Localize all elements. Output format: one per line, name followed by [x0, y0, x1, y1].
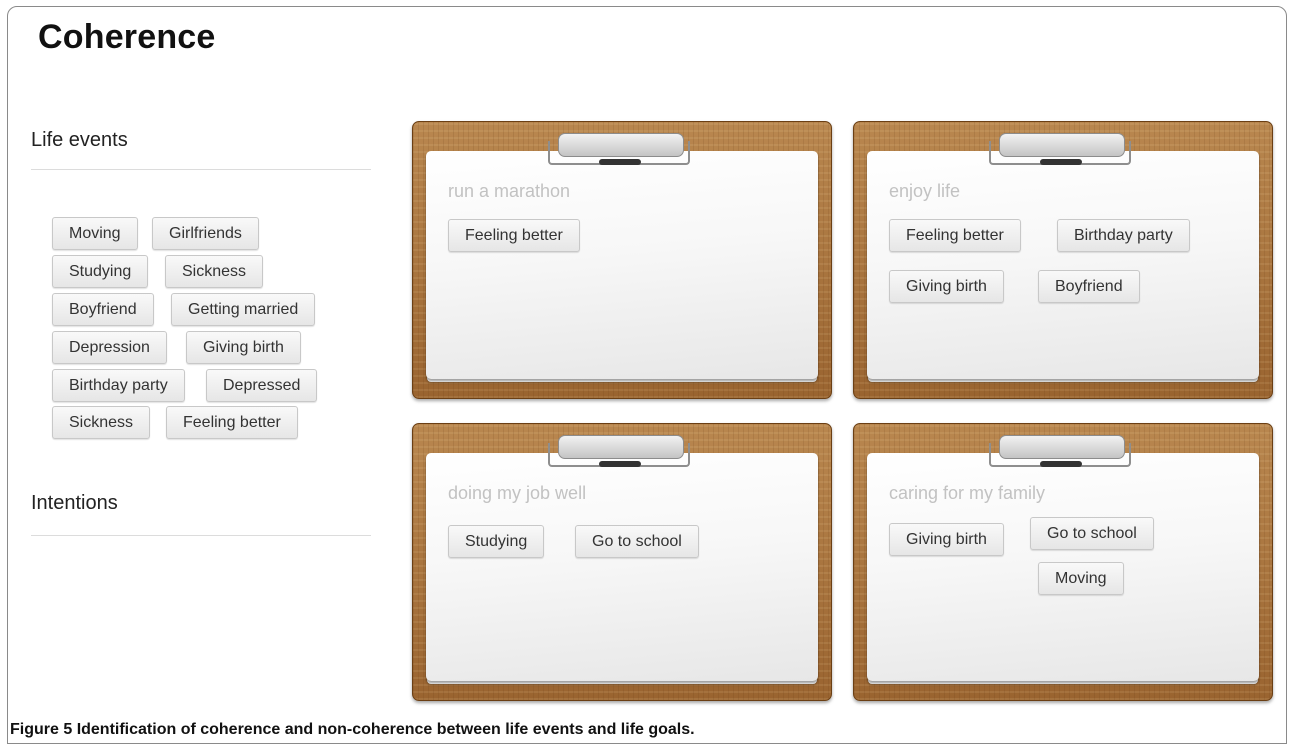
clip-icon	[999, 435, 1125, 459]
goal-clipboard-2[interactable]: enjoy life Feeling better Birthday party…	[853, 121, 1273, 399]
clip-icon	[558, 435, 684, 459]
life-event-chip-moving[interactable]: Moving	[52, 217, 138, 250]
life-events-heading: Life events	[31, 129, 128, 151]
goal-clipboard-3[interactable]: doing my job well Studying Go to school	[412, 423, 832, 701]
goal-clipboard-1[interactable]: run a marathon Feeling better	[412, 121, 832, 399]
goal-paper: enjoy life Feeling better Birthday party…	[867, 151, 1259, 379]
life-event-chip-studying[interactable]: Studying	[52, 255, 149, 288]
goal-chip[interactable]: Go to school	[1030, 517, 1154, 550]
life-event-chip-girlfriends[interactable]: Girlfriends	[152, 217, 259, 250]
clip-icon	[558, 133, 684, 157]
figure-number: Figure 5	[10, 721, 73, 738]
goal-chip[interactable]: Boyfriend	[1038, 270, 1140, 303]
life-event-chip-getting-married[interactable]: Getting married	[171, 293, 316, 326]
life-event-chip-boyfriend[interactable]: Boyfriend	[52, 293, 154, 326]
figure-caption: Figure 5 Identification of coherence and…	[10, 721, 695, 739]
clip-slot	[1040, 159, 1082, 165]
caption-text: Identification of coherence and non-cohe…	[76, 721, 695, 738]
life-event-chip-birthday-party[interactable]: Birthday party	[52, 369, 185, 402]
goal-chip[interactable]: Birthday party	[1057, 219, 1190, 252]
goal-chip[interactable]: Giving birth	[889, 270, 1004, 303]
goal-label: run a marathon	[448, 181, 571, 201]
goal-chip[interactable]: Go to school	[575, 525, 699, 558]
intentions-heading: Intentions	[31, 492, 118, 514]
goal-label: enjoy life	[889, 181, 961, 201]
life-event-chip-feeling-better[interactable]: Feeling better	[166, 406, 298, 439]
clip-icon	[999, 133, 1125, 157]
life-event-chip-sickness-2[interactable]: Sickness	[52, 406, 151, 439]
clip-slot	[599, 461, 641, 467]
life-event-chip-giving-birth[interactable]: Giving birth	[186, 331, 301, 364]
goal-chip[interactable]: Studying	[448, 525, 545, 558]
goal-chip[interactable]: Feeling better	[889, 219, 1021, 252]
clip-slot	[1040, 461, 1082, 467]
life-event-chip-depression[interactable]: Depression	[52, 331, 167, 364]
clip-slot	[599, 159, 641, 165]
life-event-chip-depressed[interactable]: Depressed	[206, 369, 318, 402]
goal-paper: caring for my family Giving birth Go to …	[867, 453, 1259, 681]
life-event-chip-sickness[interactable]: Sickness	[165, 255, 264, 288]
intentions-divider	[31, 535, 371, 536]
goal-paper: doing my job well Studying Go to school	[426, 453, 818, 681]
life-events-divider	[31, 169, 371, 170]
goal-clipboard-4[interactable]: caring for my family Giving birth Go to …	[853, 423, 1273, 701]
goal-chip[interactable]: Giving birth	[889, 523, 1004, 556]
goal-chip[interactable]: Moving	[1038, 562, 1124, 595]
goal-label: caring for my family	[889, 483, 1046, 503]
goal-label: doing my job well	[448, 483, 587, 503]
goal-chip[interactable]: Feeling better	[448, 219, 580, 252]
goal-paper: run a marathon Feeling better	[426, 151, 818, 379]
page-title: Coherence	[38, 18, 216, 56]
